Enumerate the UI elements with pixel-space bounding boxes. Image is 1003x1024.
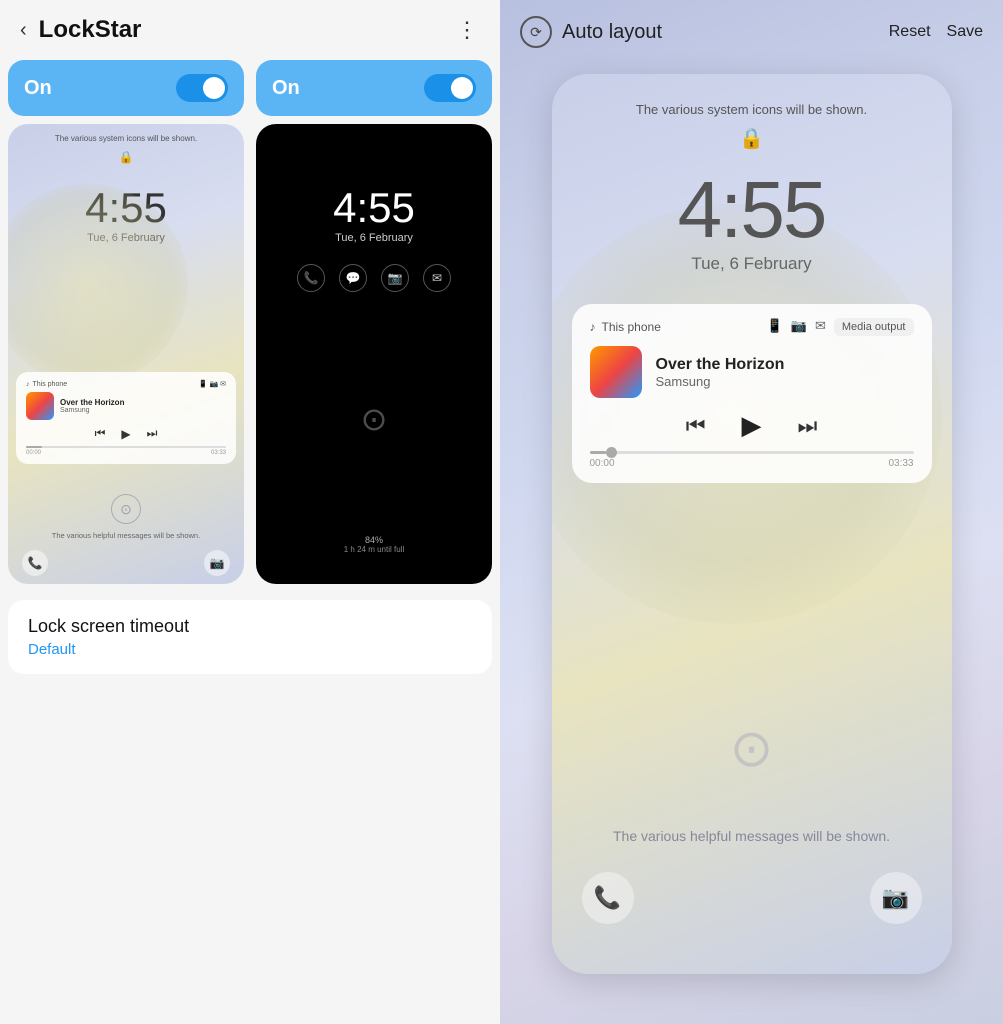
mcl-prev-icon[interactable]: ⏮ [686, 413, 706, 439]
dark-battery-percent: 84% [256, 535, 492, 545]
app-header: ‹ LockStar ⋮ [0, 0, 500, 60]
play-icon[interactable]: ▶ [121, 427, 130, 441]
note-icon: ♪ [26, 381, 30, 388]
dark-battery: 84% 1 h 24 m until full [256, 535, 492, 554]
dark-msg-icon[interactable]: 💬 [339, 264, 367, 292]
lock-timeout-section[interactable]: Lock screen timeout Default [8, 600, 492, 674]
light-bottom-bar: 📞 📷 [8, 550, 244, 576]
dark-preview[interactable]: 4:55 Tue, 6 February 📞 💬 📷 ✉ ⊙ 84% 1 h 2… [256, 124, 492, 584]
time-end: 03:33 [211, 450, 226, 456]
auto-layout-icon: ⟳ [520, 16, 552, 48]
right-header-left: ⟳ Auto layout [520, 16, 662, 48]
mcl-source-text: This phone [602, 320, 661, 334]
mcl-progress-dot [606, 447, 617, 458]
lp-lock-icon: 🔒 [739, 126, 764, 151]
mcl-mail-icon: ✉ [815, 318, 826, 336]
light-progress-bar [26, 446, 226, 448]
mcl-time-start: 00:00 [590, 458, 615, 469]
light-lock-icon: 🔒 [119, 150, 134, 164]
auto-layout-title: Auto layout [562, 21, 662, 44]
mcl-action-icons: 📱 📷 ✉ Media output [767, 318, 914, 336]
dark-battery-text: 1 h 24 m until full [256, 545, 492, 554]
mcl-artist: Samsung [656, 374, 914, 389]
dark-date: Tue, 6 February [335, 232, 413, 244]
mcl-times: 00:00 03:33 [590, 458, 914, 469]
dark-cam-icon[interactable]: 📷 [381, 264, 409, 292]
mcl-controls: ⏮ ▶ ⏭ [590, 410, 914, 441]
dark-icons-row: 📞 💬 📷 ✉ [297, 264, 451, 292]
toggle-switch-1[interactable] [176, 74, 228, 102]
light-fingerprint-hint: ⊙ [111, 494, 141, 524]
camera-icon[interactable]: 📷 [204, 550, 230, 576]
lp-fingerprint: ⊙ [730, 719, 774, 779]
mcl-play-icon[interactable]: ▶ [742, 410, 762, 441]
lp-date: Tue, 6 February [691, 254, 811, 274]
lock-timeout-title: Lock screen timeout [28, 616, 472, 637]
lp-bottom-message: The various helpful messages will be sho… [552, 828, 952, 844]
toggle-switch-2[interactable] [424, 74, 476, 102]
dark-phone-icon[interactable]: 📞 [297, 264, 325, 292]
prev-icon[interactable]: ⏮ [95, 426, 106, 441]
mcl-cam-icon: 📷 [791, 318, 807, 336]
mcl-body: Over the Horizon Samsung [590, 346, 914, 398]
light-music-controls: ⏮ ▶ ⏭ [26, 426, 226, 441]
light-music-thumb [26, 392, 54, 420]
mcl-device-icon: 📱 [767, 318, 783, 336]
light-bottom-message: The various helpful messages will be sho… [8, 531, 244, 540]
toggle-card-2[interactable]: On [256, 60, 492, 116]
right-header-actions: Reset Save [889, 23, 983, 41]
dark-time: 4:55 [333, 184, 415, 232]
app-title: LockStar [39, 16, 142, 44]
toggle-row: On On [0, 60, 500, 116]
lp-phone-icon[interactable]: 📞 [582, 872, 634, 924]
dark-mail-icon[interactable]: ✉ [423, 264, 451, 292]
light-top-message: The various system icons will be shown. [8, 134, 244, 143]
time-start: 00:00 [26, 450, 41, 456]
reset-button[interactable]: Reset [889, 23, 931, 41]
next-icon[interactable]: ⏭ [147, 426, 158, 441]
large-phone-preview: The various system icons will be shown. … [552, 74, 952, 974]
save-button[interactable]: Save [947, 23, 983, 41]
phone-preview-container: The various system icons will be shown. … [500, 64, 1003, 1024]
mcl-time-end: 03:33 [888, 458, 913, 469]
mcl-next-icon[interactable]: ⏭ [798, 413, 818, 439]
lp-camera-icon[interactable]: 📷 [870, 872, 922, 924]
mcl-progress-bar [590, 451, 914, 454]
light-music-source: ♪ This phone [26, 381, 67, 388]
light-progress-times: 00:00 03:33 [26, 450, 226, 456]
light-music-title: Over the Horizon [60, 398, 226, 407]
mcl-title: Over the Horizon [656, 356, 914, 374]
light-music-info: Over the Horizon Samsung [60, 398, 226, 414]
dark-fingerprint: ⊙ [361, 400, 388, 438]
mcl-note-icon: ♪ [590, 320, 596, 334]
back-button[interactable]: ‹ [20, 19, 27, 42]
lp-time: 4:55 [678, 164, 826, 256]
preview-row: The various system icons will be shown. … [0, 124, 500, 584]
mcl-header: ♪ This phone 📱 📷 ✉ Media output [590, 318, 914, 336]
light-music-card: ♪ This phone 📱 📷 ✉ Over the Horizon Sams… [16, 372, 236, 464]
light-media-icons: 📱 📷 ✉ [199, 380, 226, 388]
more-button[interactable]: ⋮ [456, 17, 480, 43]
lp-top-message: The various system icons will be shown. [552, 102, 952, 117]
mcl-source: ♪ This phone [590, 320, 661, 334]
mcl-thumb [590, 346, 642, 398]
right-panel: ⟳ Auto layout Reset Save The various sys… [500, 0, 1003, 1024]
lock-timeout-value[interactable]: Default [28, 641, 472, 658]
toggle-label-1: On [24, 77, 52, 100]
left-panel: ‹ LockStar ⋮ On On The various system ic… [0, 0, 500, 1024]
mcl-media-output[interactable]: Media output [834, 318, 914, 336]
right-header: ⟳ Auto layout Reset Save [500, 0, 1003, 64]
toggle-card-1[interactable]: On [8, 60, 244, 116]
light-preview[interactable]: The various system icons will be shown. … [8, 124, 244, 584]
refresh-icon: ⟳ [530, 24, 542, 41]
light-music-artist: Samsung [60, 407, 226, 414]
lp-bottom-bar: 📞 📷 [552, 872, 952, 924]
mcl-progress-fill [590, 451, 606, 454]
phone-icon[interactable]: 📞 [22, 550, 48, 576]
light-progress-fill [26, 446, 42, 448]
toggle-label-2: On [272, 77, 300, 100]
lp-music-card: ♪ This phone 📱 📷 ✉ Media output Over the… [572, 304, 932, 483]
mcl-info: Over the Horizon Samsung [656, 356, 914, 389]
header-left: ‹ LockStar [20, 16, 141, 44]
